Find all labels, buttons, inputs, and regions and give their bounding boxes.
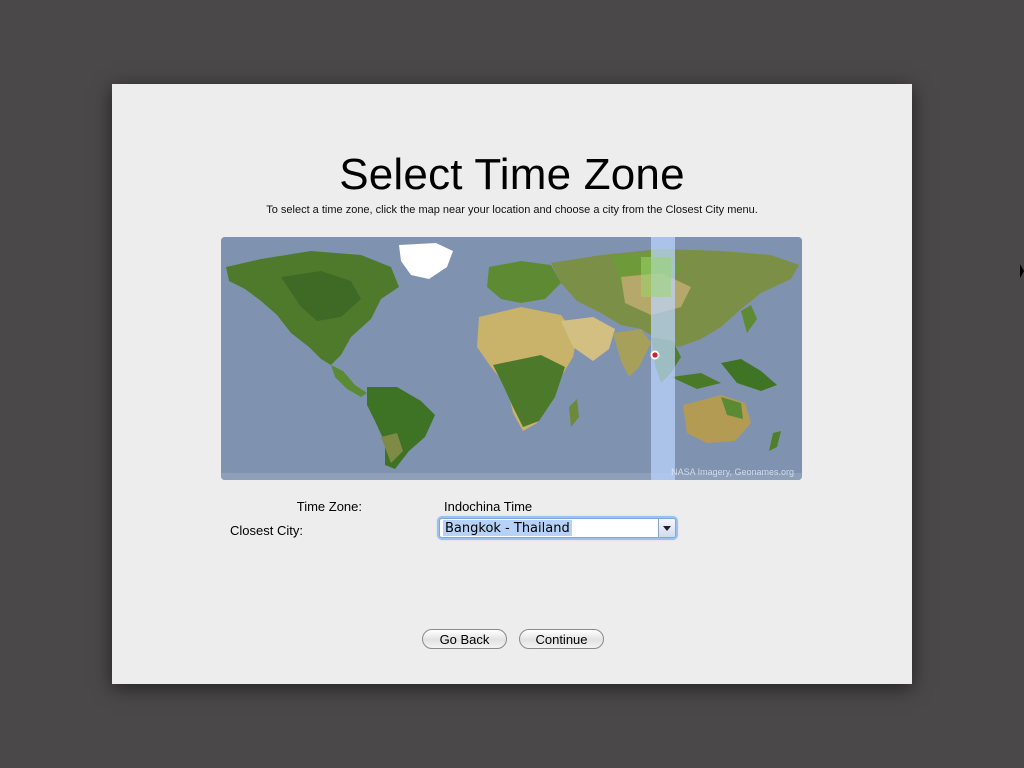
- page-instructions: To select a time zone, click the map nea…: [266, 204, 758, 216]
- closest-city-row: Closest City:: [183, 520, 383, 542]
- closest-city-value: Bangkok - Thailand: [443, 520, 572, 536]
- map-credit: NASA Imagery, Geonames.org: [671, 467, 794, 477]
- go-back-button[interactable]: Go Back: [422, 629, 507, 649]
- time-zone-label: Time Zone:: [296, 499, 362, 514]
- time-zone-row: Time Zone: Indochina Time: [242, 496, 642, 518]
- closest-city-popup[interactable]: Bangkok - Thailand: [439, 518, 676, 538]
- closest-city-label: Closest City:: [230, 523, 303, 538]
- mouse-cursor-icon: [1020, 264, 1024, 278]
- chevron-down-icon[interactable]: [658, 519, 675, 537]
- world-map[interactable]: NASA Imagery, Geonames.org: [221, 237, 802, 480]
- setup-window: Select Time Zone To select a time zone, …: [112, 84, 912, 684]
- world-map-graphic: [221, 237, 802, 480]
- continue-button[interactable]: Continue: [519, 629, 604, 649]
- page-title: Select Time Zone: [339, 150, 685, 199]
- time-zone-value: Indochina Time: [444, 499, 533, 514]
